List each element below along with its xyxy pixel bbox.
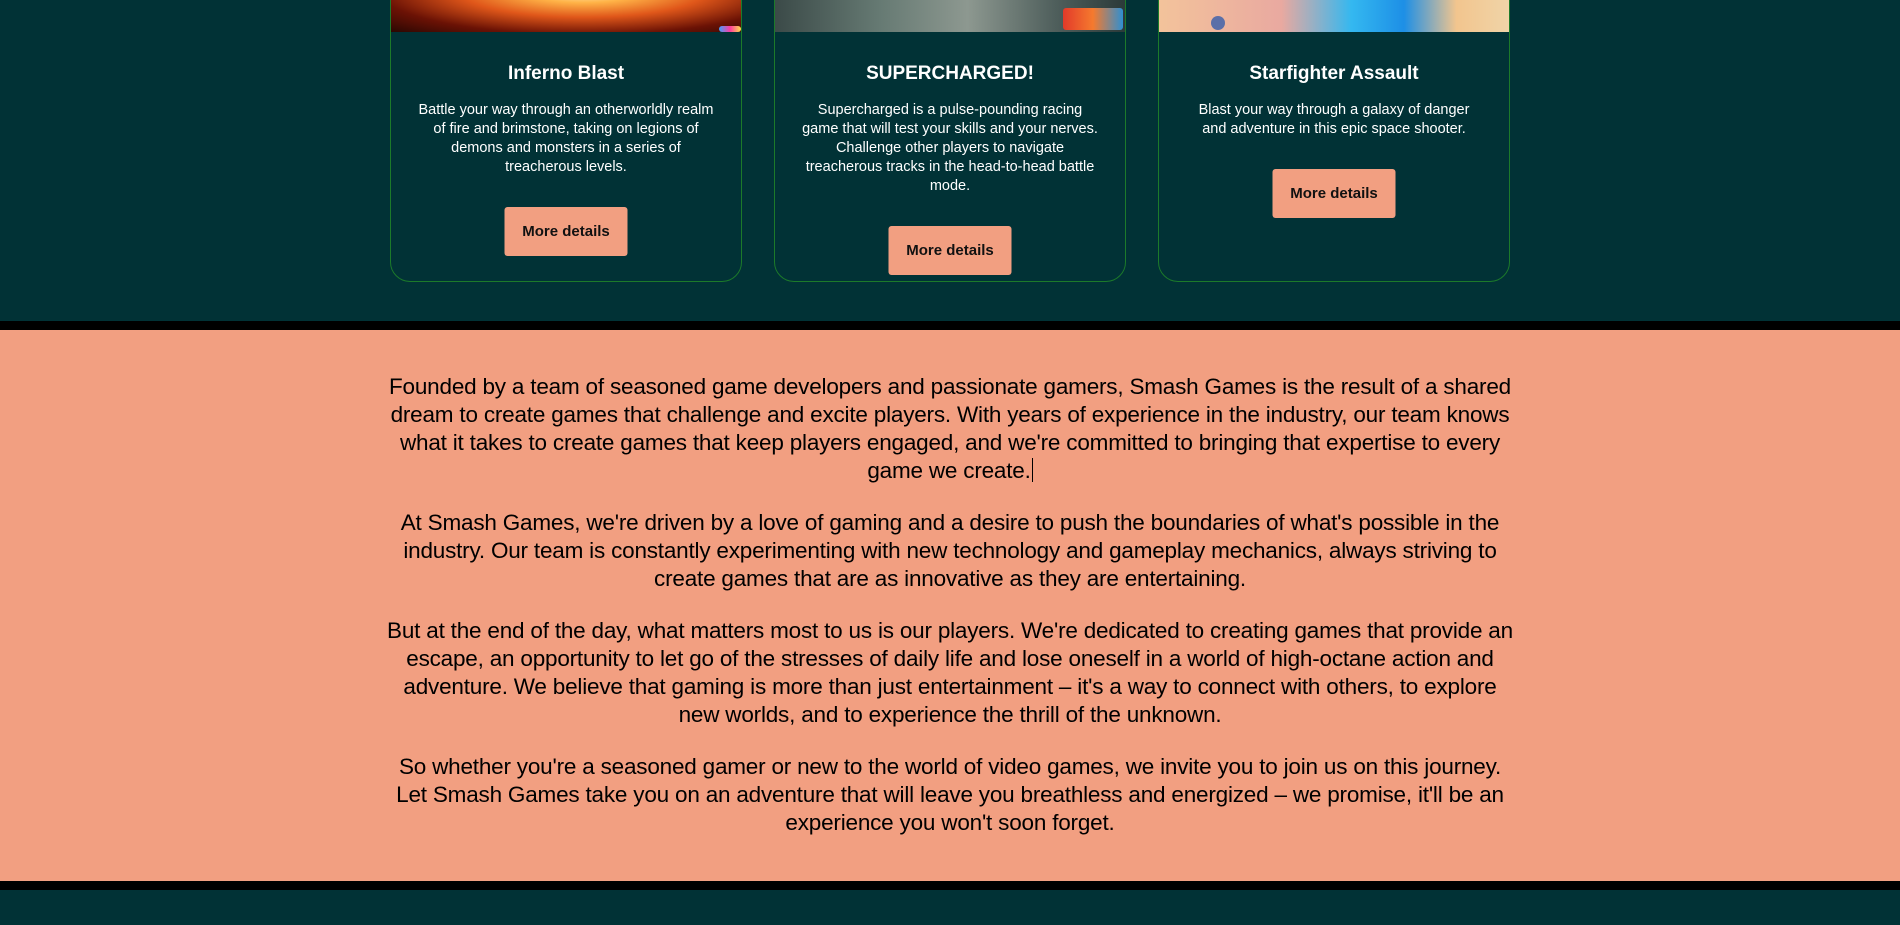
footer-strip	[0, 890, 1900, 925]
more-details-button[interactable]: More details	[1272, 169, 1396, 218]
more-details-button[interactable]: More details	[888, 226, 1012, 275]
about-text: Founded by a team of seasoned game devel…	[384, 373, 1516, 861]
game-card-image[interactable]	[1159, 0, 1509, 32]
game-card-starfighter-assault: Starfighter Assault Blast your way throu…	[1158, 0, 1510, 282]
game-card-description: Blast your way through a galaxy of dange…	[1198, 102, 1470, 137]
game-card-image[interactable]	[391, 0, 741, 32]
game-card-supercharged: SUPERCHARGED! Supercharged is a pulse-po…	[774, 0, 1126, 282]
about-paragraph: Founded by a team of seasoned game devel…	[389, 374, 1511, 483]
about-paragraph: So whether you're a seasoned gamer or ne…	[396, 754, 1504, 835]
about-section: Founded by a team of seasoned game devel…	[0, 330, 1900, 881]
section-divider	[0, 321, 1900, 330]
game-card-title: Starfighter Assault	[1249, 63, 1419, 84]
about-paragraph: At Smash Games, we're driven by a love o…	[400, 510, 1500, 591]
game-card-description: Supercharged is a pulse-pounding racing …	[802, 102, 1098, 194]
game-card-title: SUPERCHARGED!	[866, 63, 1034, 84]
game-card-title: Inferno Blast	[507, 63, 625, 84]
more-details-button[interactable]: More details	[504, 207, 628, 256]
game-card-description: Battle your way through an otherworldly …	[418, 102, 714, 175]
section-divider	[0, 881, 1900, 890]
about-paragraph: But at the end of the day, what matters …	[387, 618, 1513, 727]
games-section: Inferno Blast Battle your way through an…	[0, 0, 1900, 321]
game-card-inferno-blast: Inferno Blast Battle your way through an…	[390, 0, 742, 282]
text-cursor	[1031, 458, 1033, 482]
game-card-image[interactable]	[775, 0, 1125, 32]
